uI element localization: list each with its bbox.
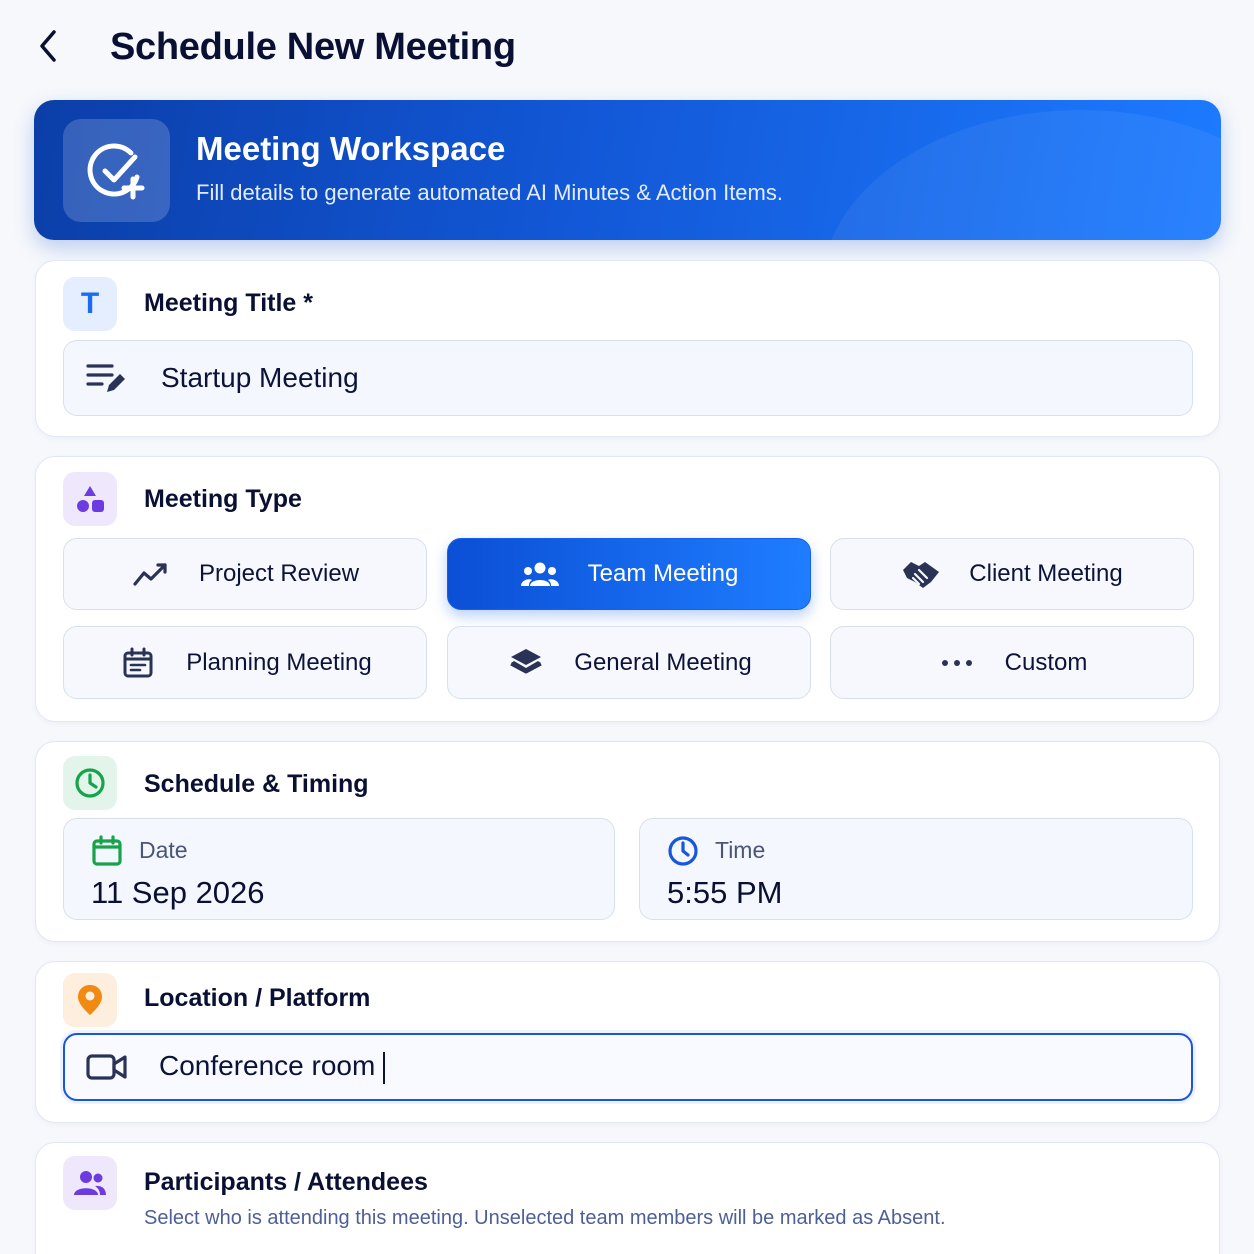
clock-icon [668, 836, 698, 866]
more-dots-icon [937, 645, 977, 681]
location-text: Conference room [159, 1050, 376, 1082]
page-header: Schedule New Meeting [0, 0, 1254, 96]
time-label: Time [715, 837, 766, 863]
type-option-planning-meeting[interactable]: Planning Meeting [63, 626, 427, 699]
text-format-letter: T [80, 287, 100, 320]
location-input[interactable]: Conference room [63, 1033, 1193, 1101]
layers-icon [506, 645, 546, 681]
type-option-label: Project Review [198, 560, 360, 587]
date-value: 11 Sep 2026 [91, 875, 265, 910]
date-label: Date [139, 837, 188, 863]
type-option-label: Planning Meeting [186, 648, 372, 676]
type-option-project-review[interactable]: Project Review [63, 538, 427, 610]
participants-description: Select who is attending this meeting. Un… [144, 1207, 946, 1229]
type-option-label: General Meeting [574, 648, 752, 676]
banner-title: Meeting Workspace [196, 130, 506, 167]
edit-notes-icon [84, 356, 128, 400]
date-picker[interactable]: Date 11 Sep 2026 [63, 818, 615, 920]
video-camera-icon [85, 1045, 129, 1089]
type-option-custom[interactable]: Custom [830, 626, 1194, 699]
location-label: Location / Platform [144, 984, 371, 1012]
clock-icon [63, 756, 117, 810]
participants-card: Participants / Attendees Select who is a… [35, 1142, 1220, 1254]
banner-subtitle: Fill details to generate automated AI Mi… [196, 180, 783, 205]
location-pin-icon [63, 973, 117, 1027]
handshake-icon [901, 556, 941, 592]
type-option-label: Custom [1004, 648, 1088, 676]
meeting-title-label: Meeting Title * [144, 289, 314, 317]
type-option-general-meeting[interactable]: General Meeting [447, 626, 811, 699]
type-option-label: Team Meeting [587, 560, 739, 587]
calendar-icon [92, 835, 122, 866]
group-icon [520, 556, 560, 592]
meeting-type-card: Meeting Type Project Review Team Meeting [35, 456, 1220, 722]
meeting-title-input[interactable]: Startup Meeting [63, 340, 1193, 416]
banner-icon-box [63, 119, 170, 222]
type-option-label: Client Meeting [969, 560, 1123, 587]
time-picker[interactable]: Time 5:55 PM [639, 818, 1193, 920]
check-circle-plus-icon [87, 143, 144, 199]
back-button[interactable] [30, 28, 66, 64]
people-icon [63, 1156, 117, 1210]
schedule-card: Schedule & Timing Date 11 Sep 2026 Time … [35, 741, 1220, 942]
shapes-icon [63, 472, 117, 526]
location-card: Location / Platform Conference room [35, 961, 1220, 1123]
page-title: Schedule New Meeting [110, 26, 516, 68]
meeting-title-value: Startup Meeting [161, 362, 359, 393]
type-option-team-meeting[interactable]: Team Meeting [447, 538, 811, 610]
chevron-left-icon [40, 30, 56, 62]
location-value: Conference room [159, 1050, 386, 1084]
text-caret [383, 1051, 386, 1084]
participants-label: Participants / Attendees [144, 1168, 428, 1196]
schedule-label: Schedule & Timing [144, 770, 369, 798]
calendar-icon [118, 645, 158, 681]
trend-chart-icon [131, 556, 171, 592]
meeting-title-card: T Meeting Title * Startup Meeting [35, 260, 1220, 437]
workspace-banner: Meeting Workspace Fill details to genera… [34, 100, 1221, 240]
type-option-client-meeting[interactable]: Client Meeting [830, 538, 1194, 610]
text-format-icon: T [63, 277, 117, 331]
time-value: 5:55 PM [667, 875, 783, 910]
meeting-type-label: Meeting Type [144, 485, 302, 513]
